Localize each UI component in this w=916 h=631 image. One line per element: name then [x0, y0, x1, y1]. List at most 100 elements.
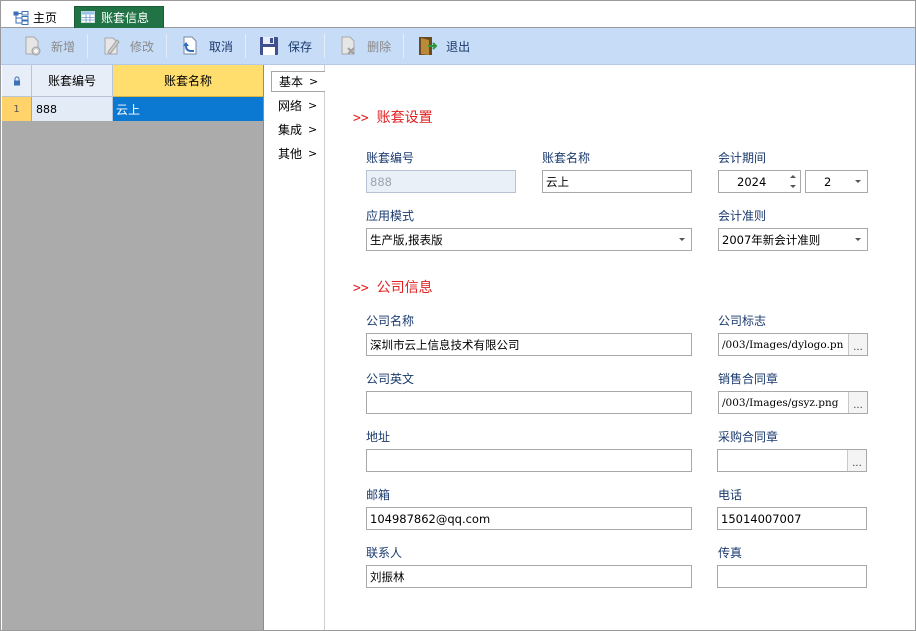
section-account-settings: >> 账套设置 [353, 107, 433, 127]
chevron-right-icon: > [308, 123, 318, 136]
phone-field[interactable]: 15014007007 [717, 507, 867, 530]
cancel-button[interactable]: 取消 [173, 32, 239, 60]
chevron-right-icon: > [309, 75, 319, 88]
standard-value: 2007年新会计准则 [722, 232, 821, 247]
sales-seal-value: /003/Images/gsyz.png [722, 396, 839, 409]
app-mode-label: 应用模式 [366, 209, 415, 223]
year-spin-buttons[interactable] [786, 171, 800, 192]
toolbar-separator [324, 34, 326, 58]
tab-account-info[interactable]: 账套信息 [74, 6, 164, 28]
chevron-down-icon[interactable] [849, 229, 867, 250]
sales-seal-field[interactable]: /003/Images/gsyz.png ... [718, 391, 868, 414]
side-tab-basic[interactable]: 基本 > [271, 71, 325, 92]
company-logo-field[interactable]: /003/Images/dylogo.pn ... [718, 333, 868, 356]
toolbar-separator [166, 34, 168, 58]
period-label: 会计期间 [718, 151, 767, 165]
undo-document-icon [179, 35, 201, 57]
new-button-label: 新增 [51, 39, 76, 54]
tab-strip: 主页 账套信息 [1, 1, 915, 28]
section-arrows: >> [353, 281, 369, 296]
lock-icon[interactable] [2, 65, 32, 97]
chevron-down-icon[interactable] [673, 229, 691, 250]
section-title: 账套设置 [376, 110, 433, 126]
company-en-label: 公司英文 [366, 372, 415, 386]
period-year-stepper[interactable]: 2024 [718, 170, 801, 193]
cancel-button-label: 取消 [209, 39, 234, 54]
floppy-disk-icon [258, 35, 280, 57]
side-tab-label: 基本 [279, 75, 304, 89]
browse-button[interactable]: ... [847, 450, 866, 471]
save-button-label: 保存 [288, 39, 313, 54]
chevron-right-icon: > [308, 99, 318, 112]
company-en-field[interactable] [366, 391, 692, 414]
account-grid: 账套编号 账套名称 1 888 云上 [2, 65, 264, 630]
address-field[interactable] [366, 449, 692, 472]
phone-label: 电话 [718, 488, 743, 502]
account-code-label: 账套编号 [366, 151, 415, 165]
side-tab-label: 网络 [278, 99, 303, 113]
spin-up-icon[interactable] [786, 171, 800, 182]
side-tabs: 基本 > 网络 > 集成 > 其他 > [265, 65, 325, 630]
company-logo-label: 公司标志 [718, 314, 767, 328]
spin-down-icon[interactable] [786, 182, 800, 193]
standard-select[interactable]: 2007年新会计准则 [718, 228, 868, 251]
cell-name[interactable]: 云上 [113, 97, 263, 121]
side-tab-label: 集成 [278, 123, 303, 137]
toolbar: 新增 修改 取消 保存 删除 退出 [1, 28, 915, 65]
period-month-select[interactable]: 2 [805, 170, 868, 193]
company-name-label: 公司名称 [366, 314, 415, 328]
tab-home-label: 主页 [33, 10, 58, 25]
purchase-seal-field[interactable]: ... [717, 449, 867, 472]
home-tree-icon [13, 10, 29, 25]
cell-code[interactable]: 888 [32, 97, 113, 121]
new-document-icon [21, 35, 43, 57]
company-name-field[interactable]: 深圳市云上信息技术有限公司 [366, 333, 692, 356]
edit-document-icon [100, 35, 122, 57]
toolbar-separator [403, 34, 405, 58]
toolbar-separator [87, 34, 89, 58]
chevron-right-icon: > [308, 147, 318, 160]
delete-button[interactable]: 删除 [331, 32, 397, 60]
grid-header: 账套编号 账套名称 [2, 65, 263, 97]
browse-button[interactable]: ... [848, 392, 867, 413]
tab-account-info-label: 账套信息 [101, 11, 150, 25]
email-field[interactable]: 104987862@qq.com [366, 507, 692, 530]
address-label: 地址 [366, 430, 391, 444]
column-header-name[interactable]: 账套名称 [113, 65, 263, 97]
new-button[interactable]: 新增 [15, 32, 81, 60]
exit-button-label: 退出 [446, 39, 471, 54]
exit-door-icon [416, 35, 438, 57]
section-arrows: >> [353, 111, 369, 126]
browse-button[interactable]: ... [848, 334, 867, 355]
fax-field[interactable] [717, 565, 867, 588]
period-month-value: 2 [824, 174, 832, 189]
account-code-field: 888 [366, 170, 516, 193]
toolbar-separator [245, 34, 247, 58]
side-tab-label: 其他 [278, 147, 303, 161]
contact-field[interactable]: 刘振林 [366, 565, 692, 588]
save-button[interactable]: 保存 [252, 32, 318, 60]
fax-label: 传真 [718, 546, 743, 560]
side-tab-other[interactable]: 其他 > [271, 143, 325, 164]
sales-seal-label: 销售合同章 [718, 372, 779, 386]
window: 主页 账套信息 新增 修改 取消 保存 删除 退出 账套编号 账套名称 1 88… [0, 0, 916, 631]
edit-button[interactable]: 修改 [94, 32, 160, 60]
purchase-seal-label: 采购合同章 [718, 430, 779, 444]
side-tab-network[interactable]: 网络 > [271, 95, 325, 116]
tab-home[interactable]: 主页 [7, 6, 69, 28]
exit-button[interactable]: 退出 [410, 32, 476, 60]
side-tab-integration[interactable]: 集成 > [271, 119, 325, 140]
edit-button-label: 修改 [130, 39, 155, 54]
email-label: 邮箱 [366, 488, 391, 502]
table-icon [81, 11, 95, 24]
account-name-field[interactable]: 云上 [542, 170, 692, 193]
contact-label: 联系人 [366, 546, 403, 560]
app-mode-value: 生产版,报表版 [370, 232, 443, 247]
table-row[interactable]: 1 888 云上 [2, 97, 263, 121]
chevron-down-icon[interactable] [849, 171, 867, 192]
app-mode-select[interactable]: 生产版,报表版 [366, 228, 692, 251]
column-header-code[interactable]: 账套编号 [32, 65, 113, 97]
section-title: 公司信息 [376, 280, 433, 296]
form-panel: >> 账套设置 账套编号 888 账套名称 云上 会计期间 2024 2 应用模式… [325, 65, 915, 630]
delete-button-label: 删除 [367, 39, 392, 54]
